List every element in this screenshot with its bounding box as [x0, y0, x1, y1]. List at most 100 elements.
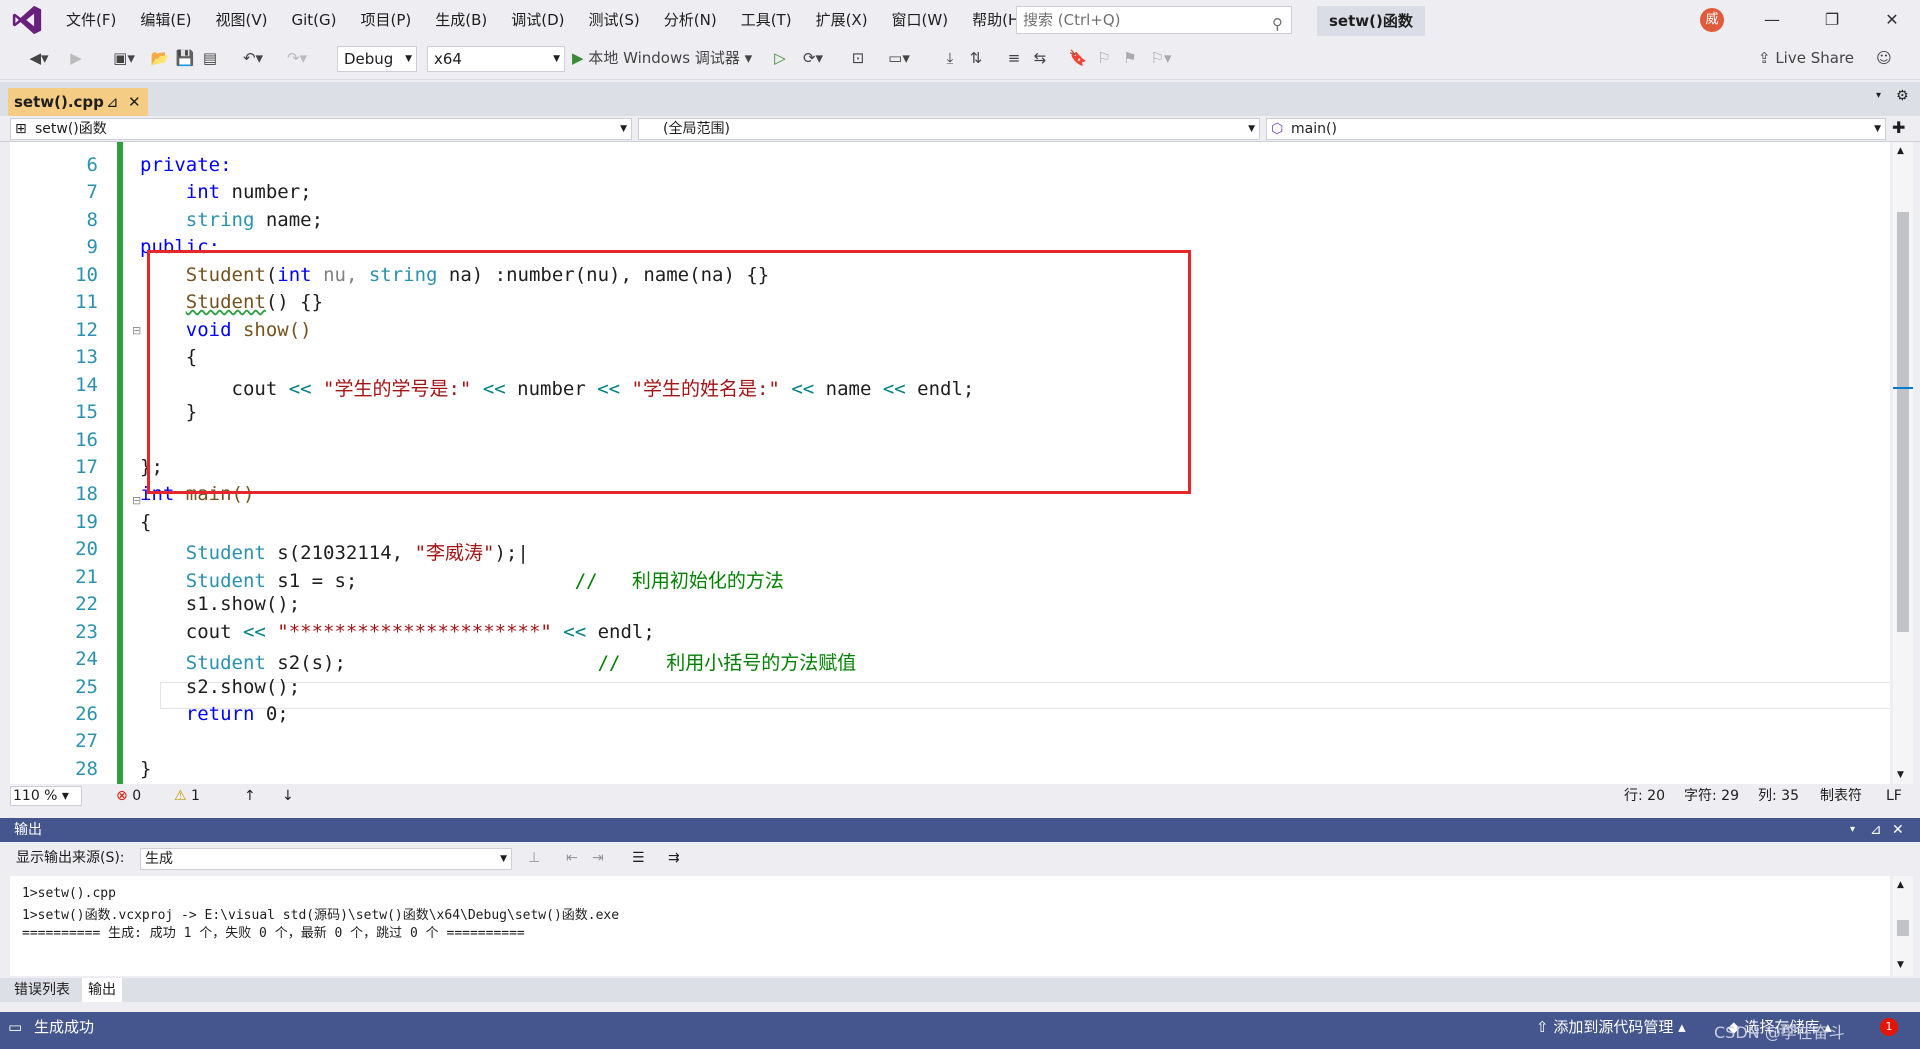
pin-icon[interactable]: ⊿: [106, 88, 119, 116]
prev-message-icon[interactable]: ⇤: [566, 842, 578, 874]
member-dropdown[interactable]: ⬡ main() ▼: [1266, 118, 1886, 140]
thread-icon[interactable]: ⇅: [966, 46, 986, 70]
document-tab-strip: setw().cpp ⊿ ✕ ▾ ⚙: [0, 82, 1920, 116]
back-icon[interactable]: ◀▾: [24, 46, 54, 70]
line-number: 21: [75, 565, 98, 588]
scope-dropdown[interactable]: (全局范围) ▼: [638, 118, 1260, 140]
menu-item[interactable]: 分析(N): [652, 0, 729, 40]
clear-all-icon[interactable]: ☰: [632, 842, 645, 874]
output-scrollbar[interactable]: ▲ ▼: [1893, 876, 1913, 976]
menu-item[interactable]: 项目(P): [349, 0, 424, 40]
code-line-6: private:: [140, 154, 232, 176]
line-number: 19: [75, 510, 98, 533]
close-panel-icon[interactable]: ✕: [1892, 818, 1904, 842]
line-number: 20: [75, 538, 98, 561]
tab-output[interactable]: 输出: [82, 978, 122, 1002]
output-panel-header: 输出 ▾ ⊿ ✕: [0, 818, 1920, 842]
zoom-select[interactable]: 110 % ▾: [10, 786, 82, 806]
source-control-button[interactable]: ⇧ 添加到源代码管理 ▴: [1536, 1012, 1686, 1042]
clear-bookmark-icon[interactable]: ⚐▾: [1146, 46, 1176, 70]
toolbar: ◀▾ ▶ ▣▾ 📂 💾 ▤ ↶▾ ↷▾ Debug ▼ x64 ▼ ▶ 本地 Win…: [0, 40, 1920, 80]
undo-icon[interactable]: ↶▾: [238, 46, 268, 70]
line-number-gutter: 6 7 8 9 10 11 12 13 14 15 16 17 18 19 20 21 22 23 24 25 26 27…: [10, 142, 130, 784]
tab-dropdown-icon[interactable]: ▾: [1876, 90, 1881, 101]
prev-bookmark-icon[interactable]: ⚐: [1094, 46, 1114, 70]
tab-setw-cpp[interactable]: setw().cpp ⊿ ✕: [8, 88, 148, 116]
step-icon[interactable]: ⤓: [940, 46, 960, 70]
warning-count[interactable]: ⚠ 1: [174, 784, 200, 808]
save-icon[interactable]: 💾: [175, 46, 195, 70]
browse-icon[interactable]: ⊡: [848, 46, 868, 70]
line-number: 9: [86, 236, 98, 259]
next-bookmark-icon[interactable]: ⚑: [1120, 46, 1140, 70]
menu-item[interactable]: 文件(F): [54, 0, 128, 40]
avatar[interactable]: 威: [1700, 8, 1724, 32]
line-number: 16: [75, 428, 98, 451]
comment-icon[interactable]: ≡: [1004, 46, 1024, 70]
scroll-up-icon: ▲: [1897, 146, 1904, 156]
redo-icon[interactable]: ↷▾: [282, 46, 312, 70]
new-project-icon[interactable]: ▣▾: [104, 46, 144, 70]
error-count[interactable]: ⊗ 0: [116, 784, 141, 808]
minimize-icon[interactable]: —: [1744, 0, 1800, 40]
search-box[interactable]: 搜索 (Ctrl+Q) ⚲: [1016, 6, 1292, 34]
close-icon[interactable]: ✕: [1864, 0, 1920, 40]
find-message-icon[interactable]: ⊥: [528, 842, 540, 874]
forward-icon[interactable]: ▶: [66, 46, 86, 70]
pin-panel-icon[interactable]: ⊿: [1870, 818, 1882, 842]
restore-icon[interactable]: ❐: [1804, 0, 1860, 40]
menu-item[interactable]: 调试(D): [499, 0, 576, 40]
config-select[interactable]: Debug ▼: [337, 46, 417, 72]
uncomment-icon[interactable]: ⇆: [1030, 46, 1050, 70]
scroll-down-icon: ▼: [1897, 770, 1904, 780]
feedback-icon[interactable]: ☺: [1872, 46, 1896, 70]
tab-indicator[interactable]: 制表符: [1820, 784, 1862, 808]
line-number: 8: [86, 208, 98, 231]
menu-item[interactable]: 编辑(E): [128, 0, 203, 40]
output-source-select[interactable]: 生成 ▼: [140, 848, 512, 870]
start-debugger-button[interactable]: ▶ 本地 Windows 调试器 ▾: [572, 46, 772, 70]
menu-item[interactable]: 生成(B): [423, 0, 499, 40]
visual-studio-logo-icon[interactable]: [10, 3, 44, 37]
row-indicator: 行: 20: [1624, 788, 1665, 804]
code-line-21: Student s1 = s; // 利用初始化的方法: [185, 570, 784, 592]
prev-issue-icon[interactable]: ↑: [244, 784, 256, 808]
cpp-file-icon: ⊞: [15, 121, 27, 137]
tab-error-list[interactable]: 错误列表: [8, 978, 76, 1002]
menu-item[interactable]: 扩展(X): [804, 0, 880, 40]
menu-item[interactable]: 测试(S): [577, 0, 652, 40]
hot-reload-icon[interactable]: ⟳▾: [798, 46, 828, 70]
warning-icon: ⚠: [174, 788, 187, 804]
next-issue-icon[interactable]: ↓: [282, 784, 294, 808]
output-line: 1>setw()函数.vcxproj -> E:\visual std(源码)\…: [22, 908, 620, 923]
menu-item[interactable]: 窗口(W): [880, 0, 961, 40]
bookmark-icon[interactable]: 🔖: [1068, 46, 1088, 70]
line-number: 10: [75, 263, 98, 286]
word-wrap-icon[interactable]: ⇉: [668, 842, 680, 874]
start-without-debug-icon[interactable]: ▷: [770, 46, 790, 70]
menu-item[interactable]: 视图(V): [204, 0, 280, 40]
settings-icon[interactable]: ⚙: [1896, 88, 1909, 104]
error-icon: ⊗: [116, 788, 128, 804]
menu-item[interactable]: Git(G): [280, 0, 349, 40]
open-folder-icon[interactable]: 📂: [150, 46, 170, 70]
panel-menu-icon[interactable]: ▾: [1850, 818, 1855, 842]
layout-icon[interactable]: ▭▾: [884, 46, 914, 70]
change-indicator-bar: [117, 142, 123, 784]
close-tab-icon[interactable]: ✕: [128, 88, 141, 116]
split-icon[interactable]: ✚: [1892, 118, 1905, 137]
output-text-area[interactable]: 1>setw().cpp 1>setw()函数.vcxproj -> E:\vi…: [10, 876, 1890, 976]
next-message-icon[interactable]: ⇥: [592, 842, 604, 874]
code-line-22: s1.show();: [185, 593, 301, 615]
line-number: 28: [75, 757, 98, 780]
platform-select[interactable]: x64 ▼: [427, 46, 565, 72]
live-share-button[interactable]: ⇪ Live Share: [1746, 46, 1866, 70]
project-dropdown[interactable]: ⊞ setw()函数 ▼: [10, 118, 632, 140]
line-number: 13: [75, 346, 98, 369]
save-all-icon[interactable]: ▤: [200, 46, 220, 70]
eol-indicator[interactable]: LF: [1886, 784, 1902, 808]
line-number: 17: [75, 455, 98, 478]
menu-item[interactable]: 工具(T): [729, 0, 804, 40]
vertical-scrollbar[interactable]: ▲ ▼: [1893, 142, 1913, 784]
notification-badge[interactable]: 1: [1880, 1018, 1898, 1036]
